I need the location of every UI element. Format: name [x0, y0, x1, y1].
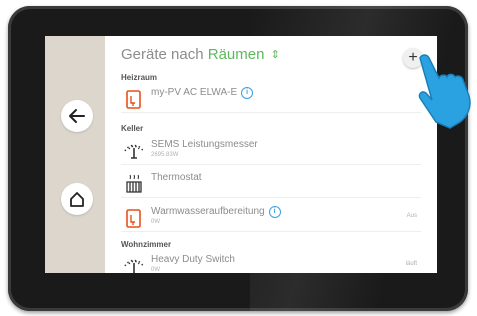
- section-label-keller: Keller: [121, 124, 144, 133]
- device-name: Thermostat: [151, 172, 202, 183]
- device-name: Heavy Duty Switch: [151, 254, 235, 265]
- switch-icon: [124, 259, 144, 273]
- device-name: SEMS Leistungsmesser: [151, 139, 258, 150]
- list-item[interactable]: my-PV AC ELWA-E i: [121, 82, 421, 113]
- list-item[interactable]: Warmwasseraufbereitung i 0W Aus: [121, 201, 421, 232]
- device-power-reading: 0W: [151, 219, 160, 225]
- arrow-left-icon: [69, 109, 85, 123]
- tablet-screen: Geräte nach Räumen ⇕ + Heizraum my-PV AC…: [45, 36, 437, 273]
- home-icon: [70, 192, 84, 207]
- list-item[interactable]: Heavy Duty Switch 0W läuft: [121, 249, 421, 273]
- device-name: my-PV AC ELWA-E i: [151, 87, 254, 99]
- list-item[interactable]: SEMS Leistungsmesser 2695.83W: [121, 134, 421, 165]
- heater-plug-icon: [126, 90, 141, 109]
- section-label-heizraum: Heizraum: [121, 73, 158, 82]
- device-power-reading: 2695.83W: [151, 152, 179, 158]
- list-item[interactable]: Thermostat: [121, 167, 421, 198]
- info-icon[interactable]: i: [241, 87, 254, 99]
- room-sort-toggle[interactable]: Räumen: [208, 46, 265, 63]
- meter-icon: [124, 144, 144, 159]
- sidebar: [45, 36, 105, 273]
- title-prefix: Geräte nach: [121, 46, 204, 63]
- sort-icon[interactable]: ⇕: [271, 48, 280, 61]
- back-button[interactable]: [61, 100, 93, 132]
- device-name: Warmwasseraufbereitung i: [151, 206, 281, 218]
- heater-plug-icon: [126, 209, 141, 228]
- section-label-wohnzimmer: Wohnzimmer: [121, 240, 172, 249]
- radiator-icon: [126, 174, 142, 193]
- device-power-reading: 0W: [151, 267, 160, 273]
- device-status: Aus: [406, 213, 417, 219]
- home-button[interactable]: [61, 183, 93, 215]
- device-status: läuft: [405, 261, 417, 267]
- info-icon[interactable]: i: [268, 206, 281, 218]
- device-list-panel: Geräte nach Räumen ⇕ + Heizraum my-PV AC…: [117, 36, 437, 273]
- page-title: Geräte nach Räumen ⇕: [121, 46, 280, 66]
- pointing-hand-icon: [418, 54, 471, 129]
